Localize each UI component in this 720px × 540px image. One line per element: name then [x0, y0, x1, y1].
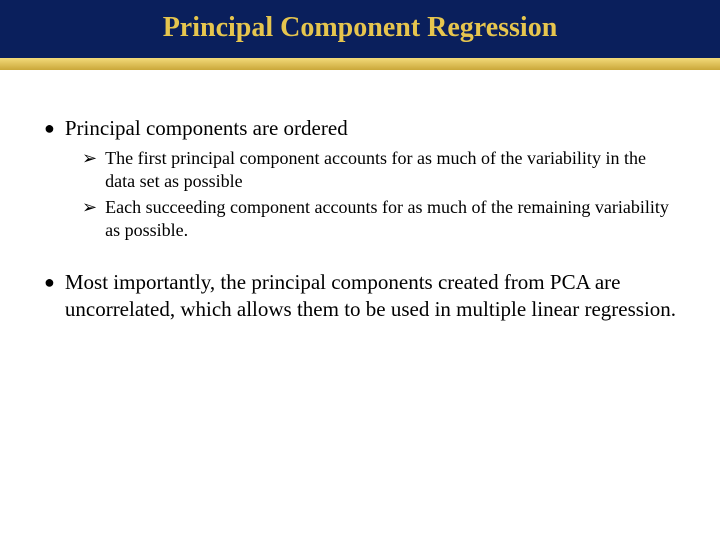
- bullet-disc-icon: ●: [44, 269, 55, 322]
- bullet-item-2: ● Most importantly, the principal compon…: [44, 269, 680, 322]
- content-area: ● Principal components are ordered ➢ The…: [44, 115, 680, 328]
- bullet-2-text: Most importantly, the principal componen…: [65, 269, 680, 322]
- title-band: Principal Component Regression: [0, 0, 720, 48]
- arrow-icon: ➢: [82, 196, 97, 241]
- slide: Principal Component Regression ● Princip…: [0, 0, 720, 540]
- bullet-disc-icon: ●: [44, 115, 55, 141]
- sub-bullet-1-text: The first principal component accounts f…: [105, 147, 680, 192]
- slide-title: Principal Component Regression: [163, 12, 558, 44]
- bullet-1-text: Principal components are ordered: [65, 115, 680, 141]
- accent-band-gold: [0, 58, 720, 70]
- sub-bullet-1: ➢ The first principal component accounts…: [82, 147, 680, 192]
- sub-bullet-2-text: Each succeeding component accounts for a…: [105, 196, 680, 241]
- bullet-1-subitems: ➢ The first principal component accounts…: [82, 147, 680, 241]
- arrow-icon: ➢: [82, 147, 97, 192]
- bullet-item-1: ● Principal components are ordered: [44, 115, 680, 141]
- sub-bullet-2: ➢ Each succeeding component accounts for…: [82, 196, 680, 241]
